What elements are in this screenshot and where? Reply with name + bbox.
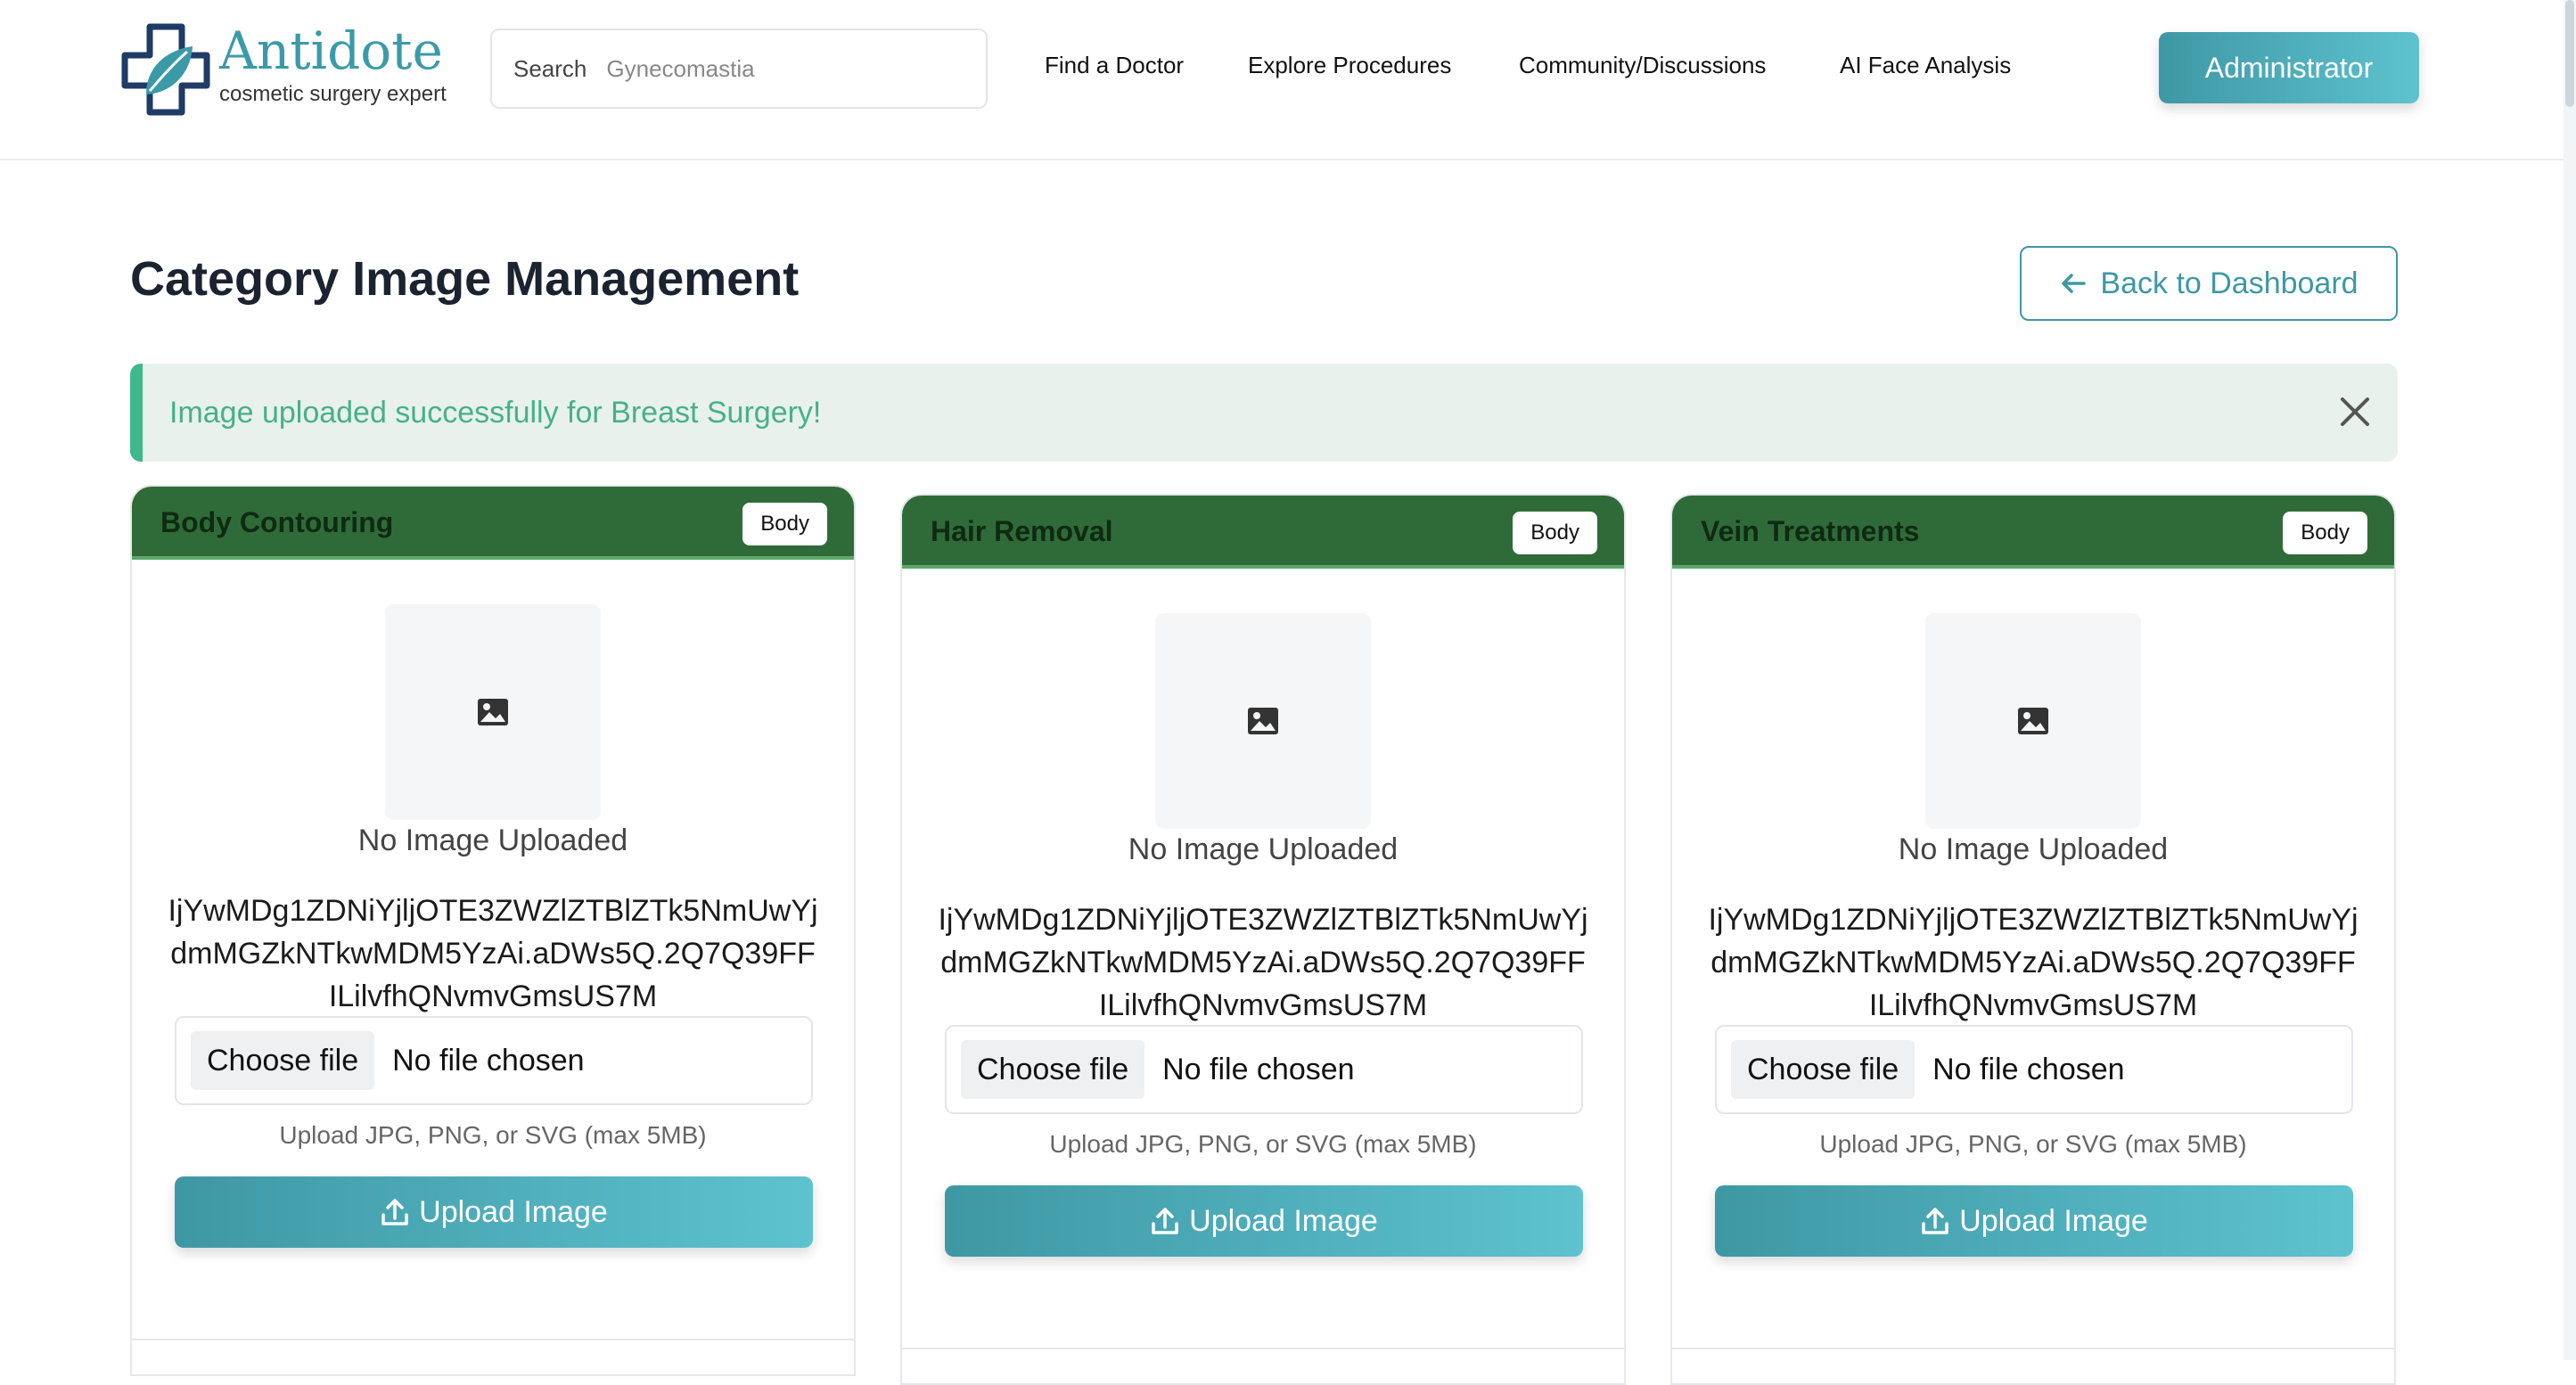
upload-image-label: Upload Image	[419, 1194, 608, 1229]
card-title: Body Contouring	[160, 506, 394, 538]
image-icon	[1248, 708, 1278, 734]
search-input[interactable]	[604, 53, 944, 84]
no-image-text: No Image Uploaded	[1128, 832, 1399, 866]
image-placeholder	[385, 604, 601, 820]
upload-image-button[interactable]: Upload Image	[945, 1185, 1583, 1257]
upload-icon	[381, 1199, 408, 1225]
upload-hint: Upload JPG, PNG, or SVG (max 5MB)	[1819, 1130, 2247, 1158]
category-badge: Body	[1513, 512, 1597, 554]
nav-explore-procedures[interactable]: Explore Procedures	[1248, 52, 1451, 79]
card-divider	[132, 1339, 854, 1340]
csrf-token-text: IjYwMDg1ZDNiYjljOTE3ZWZlZTBlZTk5NmUwYjdm…	[168, 894, 818, 1013]
card-header: Hair Removal Body	[902, 496, 1624, 569]
file-input[interactable]: Choose file No file chosen	[1715, 1025, 2353, 1114]
medical-cross-leaf-icon	[121, 23, 210, 116]
arrow-left-icon	[2062, 274, 2087, 293]
card-title: Hair Removal	[931, 515, 1113, 547]
no-image-text: No Image Uploaded	[357, 824, 628, 857]
nav-find-a-doctor[interactable]: Find a Doctor	[1045, 52, 1184, 79]
nav-ai-face-analysis[interactable]: AI Face Analysis	[1840, 52, 2011, 79]
search-label: Search	[513, 54, 587, 82]
csrf-token-text: IjYwMDg1ZDNiYjljOTE3ZWZlZTBlZTk5NmUwYjdm…	[1708, 903, 2359, 1022]
search-box[interactable]: Search	[490, 29, 988, 109]
file-input[interactable]: Choose file No file chosen	[945, 1025, 1583, 1114]
file-status: No file chosen	[1162, 1052, 1355, 1086]
scrollbar-thumb[interactable]	[2565, 0, 2574, 107]
file-status: No file chosen	[1932, 1052, 2125, 1086]
card-divider	[902, 1348, 1624, 1349]
card-title: Vein Treatments	[1701, 515, 1920, 547]
upload-image-label: Upload Image	[1959, 1203, 2148, 1238]
no-image-text: No Image Uploaded	[1898, 832, 2169, 866]
image-placeholder	[1155, 613, 1371, 829]
image-icon	[478, 699, 508, 725]
logo-title: Antidote	[219, 20, 443, 81]
administrator-button[interactable]: Administrator	[2159, 32, 2419, 103]
image-icon	[2018, 708, 2048, 734]
csrf-token-text: IjYwMDg1ZDNiYjljOTE3ZWZlZTBlZTk5NmUwYjdm…	[938, 903, 1588, 1022]
category-badge: Body	[742, 503, 827, 545]
category-card-hair-removal: Hair Removal Body No Image Uploaded IjYw…	[900, 494, 1626, 1385]
upload-icon	[1922, 1208, 1948, 1234]
category-badge: Body	[2283, 512, 2367, 554]
category-card-body-contouring: Body Contouring Body No Image Uploaded I…	[130, 485, 856, 1376]
logo-subtitle: cosmetic surgery expert	[219, 82, 447, 106]
card-divider	[1672, 1348, 2394, 1349]
upload-image-button[interactable]: Upload Image	[175, 1176, 813, 1248]
nav-community-discussions[interactable]: Community/Discussions	[1519, 52, 1766, 79]
choose-file-button[interactable]: Choose file	[1731, 1040, 1916, 1099]
alert-message: Image uploaded successfully for Breast S…	[169, 395, 822, 430]
choose-file-button[interactable]: Choose file	[961, 1040, 1145, 1099]
close-icon[interactable]	[2337, 394, 2373, 430]
file-input[interactable]: Choose file No file chosen	[175, 1016, 813, 1105]
upload-image-button[interactable]: Upload Image	[1715, 1185, 2353, 1257]
top-navigation-bar: Antidote cosmetic surgery expert Search …	[0, 0, 2564, 160]
upload-hint: Upload JPG, PNG, or SVG (max 5MB)	[1049, 1130, 1477, 1158]
back-to-dashboard-label: Back to Dashboard	[2100, 266, 2359, 300]
file-status: No file chosen	[392, 1043, 585, 1078]
image-placeholder	[1925, 613, 2141, 829]
page-scrollbar[interactable]	[2564, 0, 2576, 1360]
page-title: Category Image Management	[130, 252, 800, 306]
antidote-logo[interactable]: Antidote cosmetic surgery expert	[121, 20, 447, 116]
upload-icon	[1152, 1208, 1178, 1234]
back-to-dashboard-button[interactable]: Back to Dashboard	[2020, 246, 2398, 321]
upload-image-label: Upload Image	[1189, 1203, 1378, 1238]
upload-hint: Upload JPG, PNG, or SVG (max 5MB)	[279, 1121, 707, 1149]
card-header: Body Contouring Body	[132, 487, 854, 560]
choose-file-button[interactable]: Choose file	[191, 1031, 375, 1090]
card-header: Vein Treatments Body	[1672, 496, 2394, 569]
category-card-vein-treatments: Vein Treatments Body No Image Uploaded I…	[1670, 494, 2396, 1385]
success-alert: Image uploaded successfully for Breast S…	[130, 364, 2398, 462]
